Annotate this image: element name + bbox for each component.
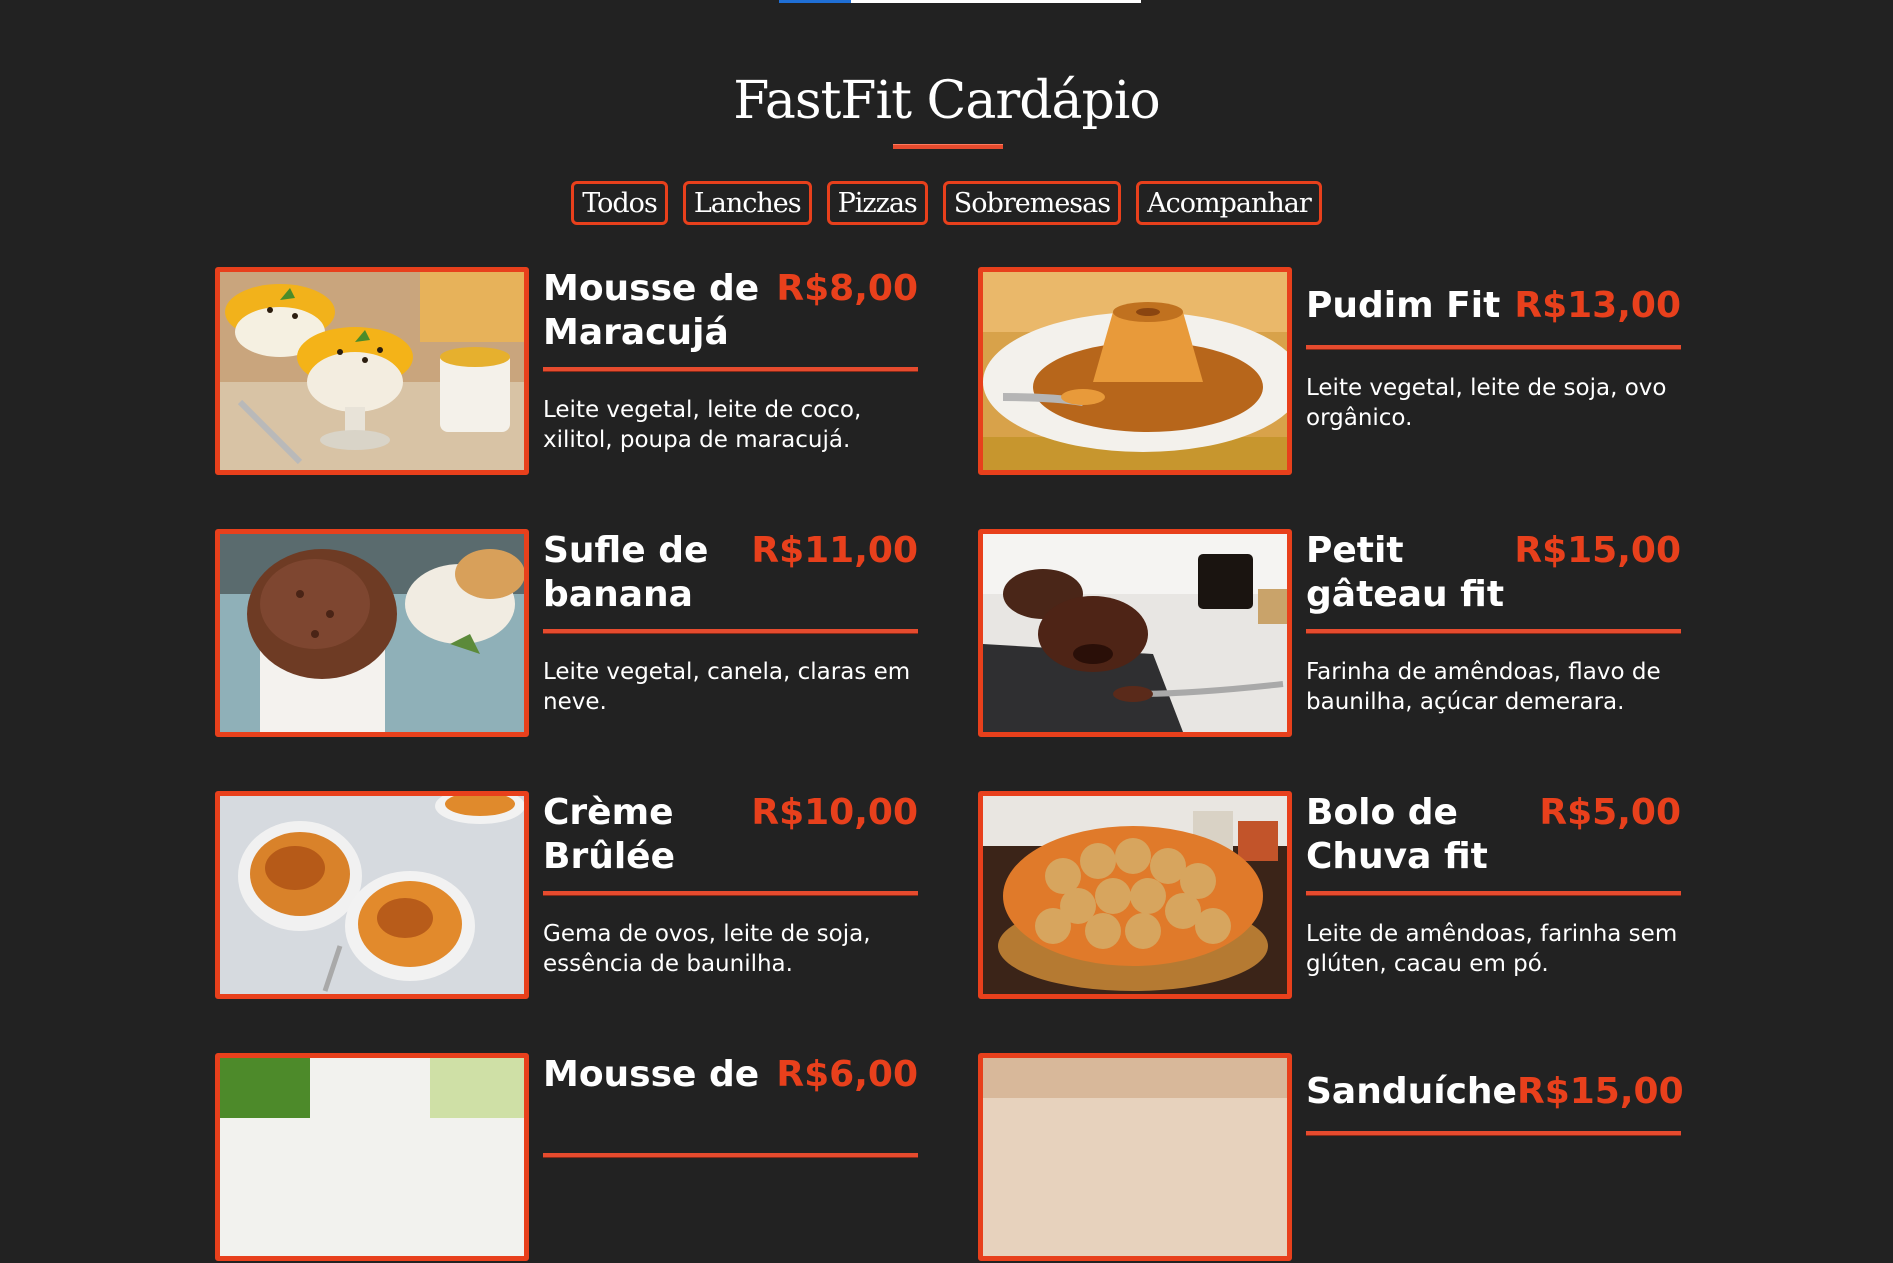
item-header: Sanduíche R$15,00 <box>1306 1053 1684 1135</box>
item-price: R$8,00 <box>776 268 918 309</box>
item-price: R$5,00 <box>1539 792 1681 833</box>
item-price: R$15,00 <box>1516 1071 1684 1112</box>
item-header: Mousse de Maracujá R$8,00 <box>543 267 918 371</box>
passion-fruit-mousse-image[interactable] <box>215 267 529 475</box>
petit-gateau-image[interactable] <box>978 529 1292 737</box>
item-name: Pudim Fit <box>1306 285 1501 326</box>
item-price: R$6,00 <box>776 1054 918 1095</box>
item-price: R$10,00 <box>751 792 918 833</box>
item-description: Farinha de amêndoas, flavo de baunilha, … <box>1306 659 1661 715</box>
page-progress-bar <box>779 0 1141 3</box>
item-price: R$11,00 <box>751 530 918 571</box>
menu-item: Mousse de R$6,00 <box>215 1053 918 1263</box>
rain-cake-image[interactable] <box>978 791 1292 999</box>
item-name: Mousse de <box>543 1054 760 1095</box>
menu-item: Pudim Fit R$13,00 Leite vegetal, leite d… <box>978 267 1681 477</box>
item-name: Sanduíche <box>1306 1071 1517 1112</box>
mousse-image[interactable] <box>215 1053 529 1261</box>
page-title: FastFit Cardápio <box>733 70 1160 131</box>
menu-item: Mousse de Maracujá R$8,00 Leite vegetal,… <box>215 267 918 477</box>
filter-pizzas-button[interactable]: Pizzas <box>826 181 928 225</box>
menu-item: Crème Brûlée R$10,00 Gema de ovos, leite… <box>215 791 918 1001</box>
item-description: Gema de ovos, leite de soja, essência de… <box>543 921 871 977</box>
item-description: Leite vegetal, canela, claras em neve. <box>543 659 911 715</box>
item-name: Bolo de Chuva fit <box>1306 792 1488 877</box>
item-info: Sanduíche R$15,00 <box>1306 1053 1684 1135</box>
filter-sobremesas-button[interactable]: Sobremesas <box>942 181 1122 225</box>
item-description: Leite de amêndoas, farinha sem glúten, c… <box>1306 921 1678 977</box>
item-info: Mousse de Maracujá R$8,00 Leite vegetal,… <box>543 267 918 455</box>
item-price: R$13,00 <box>1514 285 1681 326</box>
filter-lanches-button[interactable]: Lanches <box>682 181 812 225</box>
item-info: Bolo de Chuva fit R$5,00 Leite de amêndo… <box>1306 791 1681 979</box>
item-info: Pudim Fit R$13,00 Leite vegetal, leite d… <box>1306 267 1681 433</box>
menu-item: Bolo de Chuva fit R$5,00 Leite de amêndo… <box>978 791 1681 1001</box>
filter-todos-button[interactable]: Todos <box>571 181 668 225</box>
item-info: Petit gâteau fit R$15,00 Farinha de amên… <box>1306 529 1681 717</box>
title-underline <box>893 144 1003 149</box>
item-header: Mousse de R$6,00 <box>543 1053 918 1157</box>
category-filters: Todos Lanches Pizzas Sobremesas Acompanh… <box>0 181 1893 225</box>
menu-item: Sanduíche R$15,00 <box>978 1053 1684 1263</box>
item-header: Petit gâteau fit R$15,00 <box>1306 529 1681 633</box>
item-header: Crème Brûlée R$10,00 <box>543 791 918 895</box>
item-description: Leite vegetal, leite de coco, xilitol, p… <box>543 397 862 453</box>
item-info: Sufle de banana R$11,00 Leite vegetal, c… <box>543 529 918 717</box>
banana-souffle-image[interactable] <box>215 529 529 737</box>
item-name: Mousse de Maracujá <box>543 268 760 353</box>
item-name: Sufle de banana <box>543 530 709 615</box>
item-header: Pudim Fit R$13,00 <box>1306 267 1681 349</box>
creme-brulee-image[interactable] <box>215 791 529 999</box>
menu-item: Sufle de banana R$11,00 Leite vegetal, c… <box>215 529 918 739</box>
item-header: Sufle de banana R$11,00 <box>543 529 918 633</box>
menu-item: Petit gâteau fit R$15,00 Farinha de amên… <box>978 529 1681 739</box>
flan-pudding-image[interactable] <box>978 267 1292 475</box>
item-name: Petit gâteau fit <box>1306 530 1505 615</box>
item-description: Leite vegetal, leite de soja, ovo orgâni… <box>1306 375 1667 431</box>
item-header: Bolo de Chuva fit R$5,00 <box>1306 791 1681 895</box>
sandwich-image[interactable] <box>978 1053 1292 1261</box>
filter-acompanhar-button[interactable]: Acompanhar <box>1136 181 1322 225</box>
item-price: R$15,00 <box>1514 530 1681 571</box>
item-info: Crème Brûlée R$10,00 Gema de ovos, leite… <box>543 791 918 979</box>
page-progress-fill <box>779 0 852 3</box>
item-info: Mousse de R$6,00 <box>543 1053 918 1157</box>
item-name: Crème Brûlée <box>543 792 675 877</box>
